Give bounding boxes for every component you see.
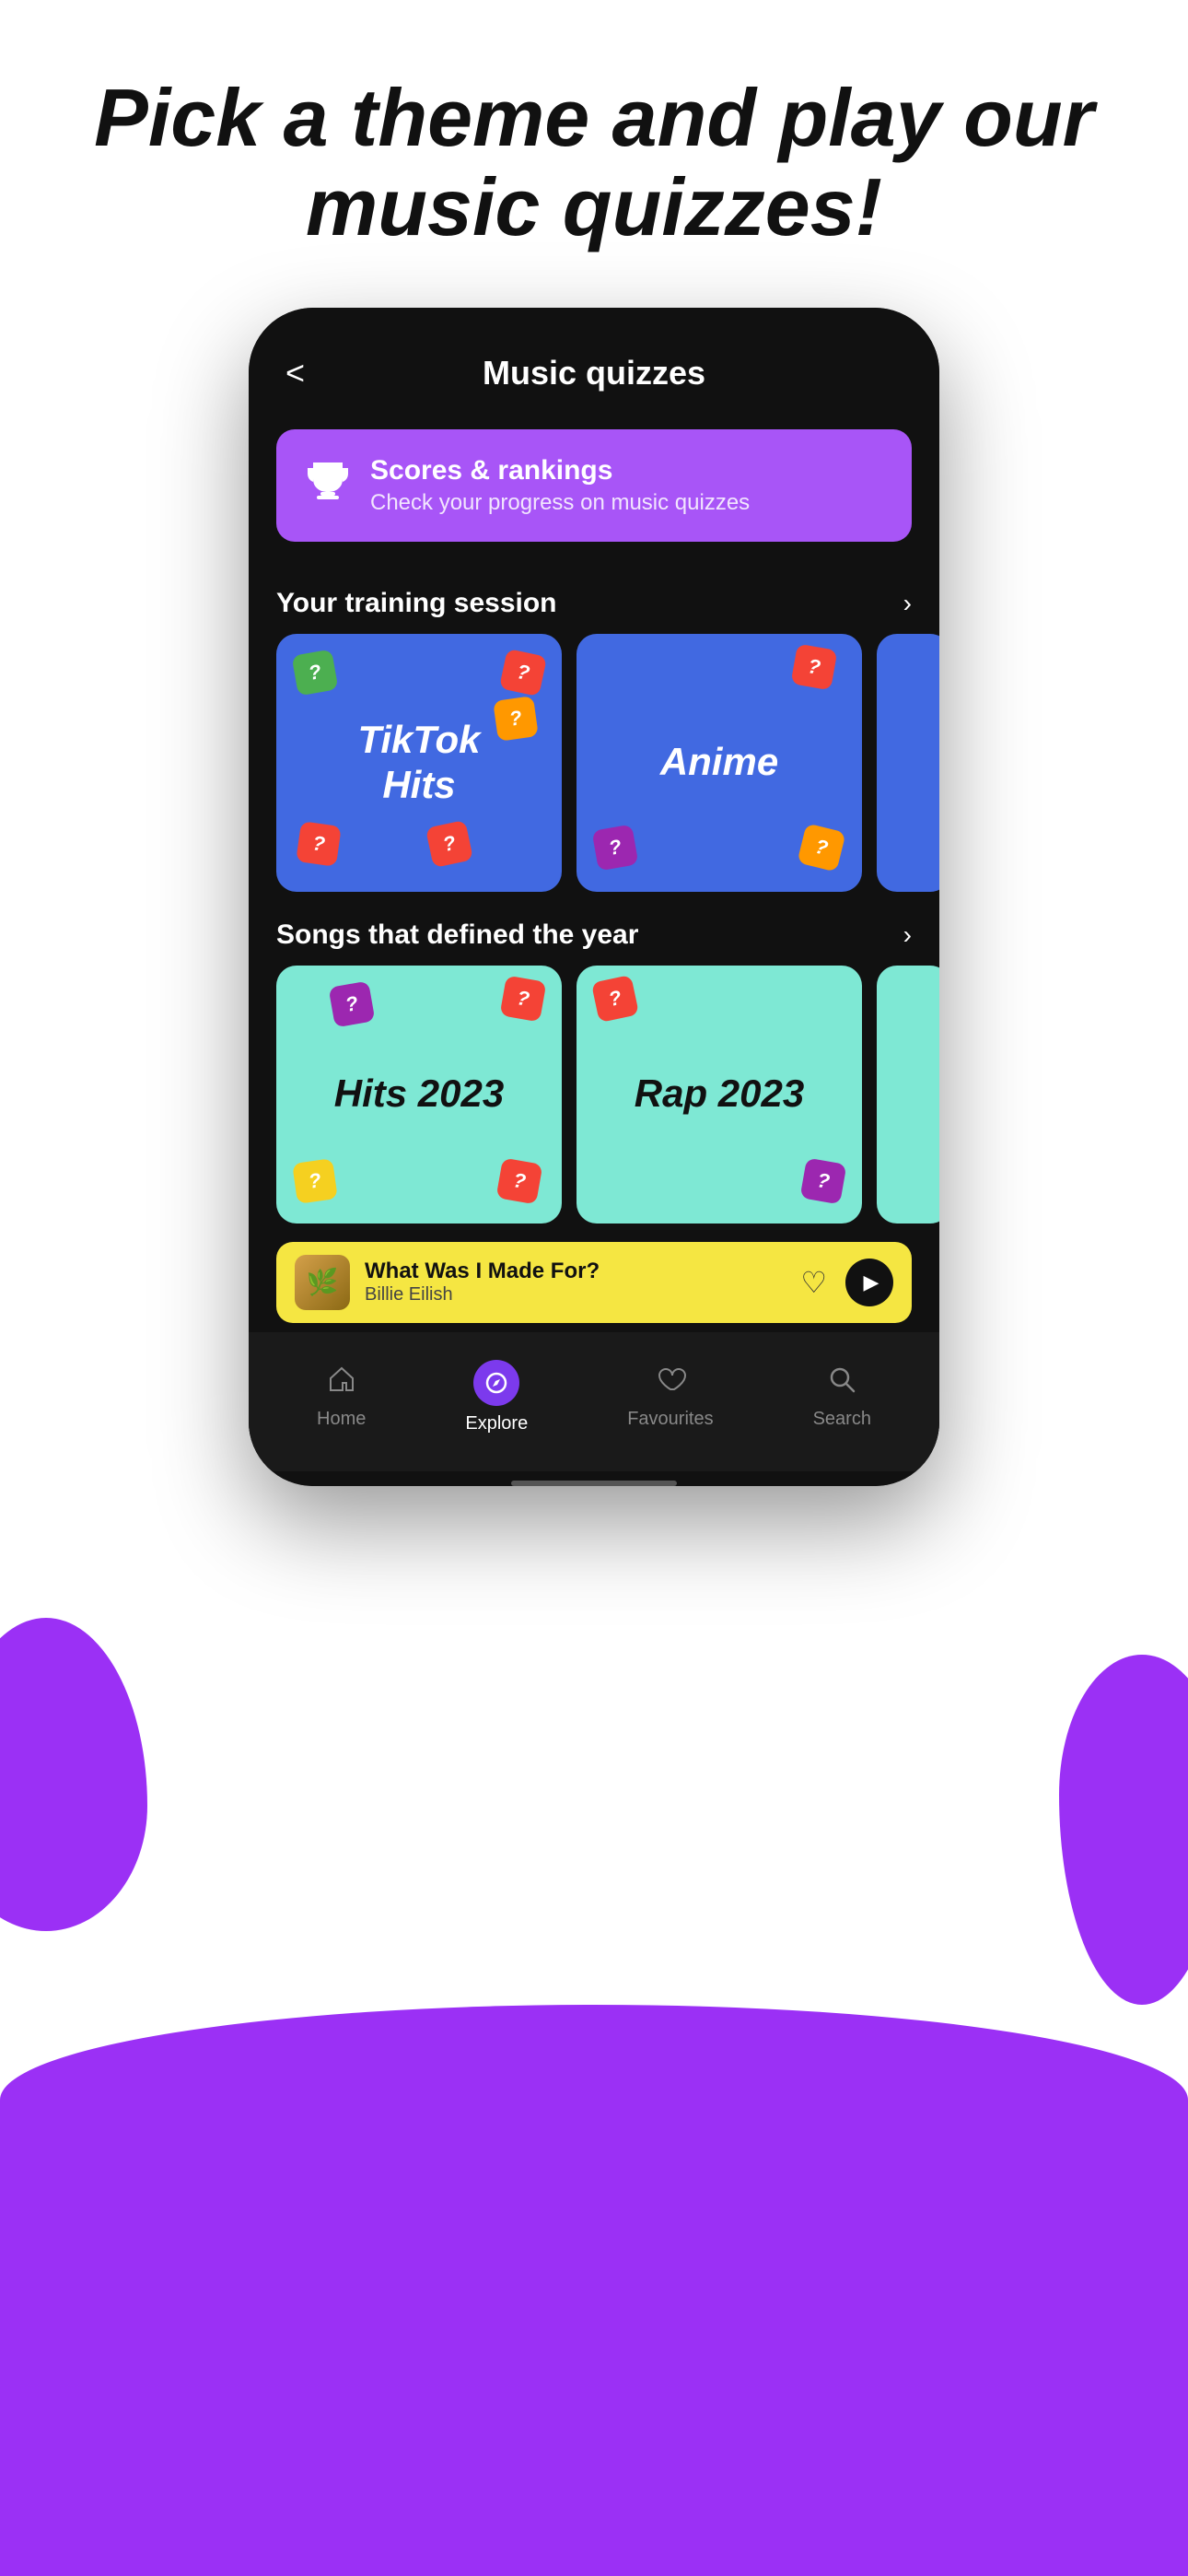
training-section-header[interactable]: Your training session ›: [249, 560, 939, 634]
home-label: Home: [317, 1409, 366, 1430]
heart-button[interactable]: ♡: [800, 1265, 827, 1300]
anime-label: Anime: [660, 740, 778, 784]
partial-card: [877, 634, 939, 892]
nav-item-home[interactable]: Home: [298, 1354, 384, 1439]
nav-item-favourites[interactable]: Favourites: [609, 1354, 731, 1439]
player-thumbnail: 🌿: [295, 1255, 350, 1310]
qmark-10: ?: [500, 975, 547, 1022]
qmark-14: ?: [800, 1157, 847, 1204]
qmark-2: ?: [499, 649, 547, 697]
hits-2023-label: Hits 2023: [334, 1071, 504, 1116]
player-song-title: What Was I Made For?: [365, 1259, 786, 1284]
play-button[interactable]: ▶: [845, 1259, 893, 1306]
phone-header: < Music quizzes: [249, 308, 939, 411]
qmark-13: ?: [591, 975, 639, 1023]
phone: < Music quizzes Scores & rankings: [249, 308, 939, 1486]
training-section-arrow: ›: [903, 589, 912, 618]
search-label: Search: [813, 1409, 871, 1430]
page-heading: Pick a theme and play our music quizzes!: [0, 0, 1188, 308]
year-section-header[interactable]: Songs that defined the year ›: [249, 892, 939, 966]
qmark-3: ?: [493, 696, 539, 742]
scores-subtitle: Check your progress on music quizzes: [370, 490, 750, 516]
home-indicator: [511, 1481, 677, 1486]
qmark-5: ?: [425, 820, 473, 868]
favourites-icon: [655, 1364, 686, 1403]
qmark-12: ?: [496, 1157, 543, 1204]
year-section-title: Songs that defined the year: [276, 919, 638, 951]
mini-player[interactable]: 🌿 What Was I Made For? Billie Eilish ♡ ▶: [276, 1242, 912, 1323]
training-cards-row: ? ? ? ? ? TikTokHits ? ? ? Anime: [249, 634, 939, 892]
rap-2023-card[interactable]: ? ? Rap 2023: [577, 966, 862, 1224]
anime-card[interactable]: ? ? ? Anime: [577, 634, 862, 892]
partial-card-2: [877, 966, 939, 1224]
player-artist-name: Billie Eilish: [365, 1284, 786, 1306]
explore-active-dot: [473, 1360, 519, 1406]
scores-banner[interactable]: Scores & rankings Check your progress on…: [276, 429, 912, 542]
hits-2023-card[interactable]: ? ? ? ? Hits 2023: [276, 966, 562, 1224]
qmark-9: ?: [329, 980, 376, 1027]
bg-blob-right: [1059, 1655, 1188, 2005]
home-icon: [326, 1364, 357, 1403]
qmark-4: ?: [296, 821, 342, 867]
rap-2023-label: Rap 2023: [635, 1071, 804, 1116]
tiktok-hits-label: TikTokHits: [357, 718, 480, 807]
scores-text: Scores & rankings Check your progress on…: [370, 455, 750, 516]
explore-label: Explore: [465, 1413, 528, 1434]
scores-title: Scores & rankings: [370, 455, 750, 486]
qmark-8: ?: [797, 823, 845, 872]
player-controls: ♡ ▶: [800, 1259, 893, 1306]
bottom-nav: Home Explore: [249, 1332, 939, 1471]
player-info: What Was I Made For? Billie Eilish: [365, 1259, 786, 1306]
trophy-icon: [304, 455, 352, 515]
qmark-1: ?: [292, 649, 339, 696]
screen-title: Music quizzes: [483, 354, 705, 392]
phone-wrapper: < Music quizzes Scores & rankings: [249, 308, 939, 1486]
nav-item-search[interactable]: Search: [795, 1354, 890, 1439]
nav-item-explore[interactable]: Explore: [447, 1351, 546, 1444]
year-cards-row: ? ? ? ? Hits 2023 ? ? Rap 2023: [249, 966, 939, 1224]
qmark-11: ?: [292, 1158, 338, 1204]
phone-screen: < Music quizzes Scores & rankings: [249, 308, 939, 1486]
back-button[interactable]: <: [285, 354, 305, 392]
qmark-6: ?: [791, 643, 838, 690]
search-icon: [826, 1364, 857, 1403]
year-section-arrow: ›: [903, 920, 912, 950]
bg-blob-bottom: [0, 2005, 1188, 2576]
play-icon: ▶: [864, 1270, 879, 1294]
tiktok-hits-card[interactable]: ? ? ? ? ? TikTokHits: [276, 634, 562, 892]
training-section-title: Your training session: [276, 588, 557, 619]
qmark-7: ?: [592, 824, 639, 871]
favourites-label: Favourites: [627, 1409, 713, 1430]
bg-blob-left: [0, 1618, 147, 1931]
